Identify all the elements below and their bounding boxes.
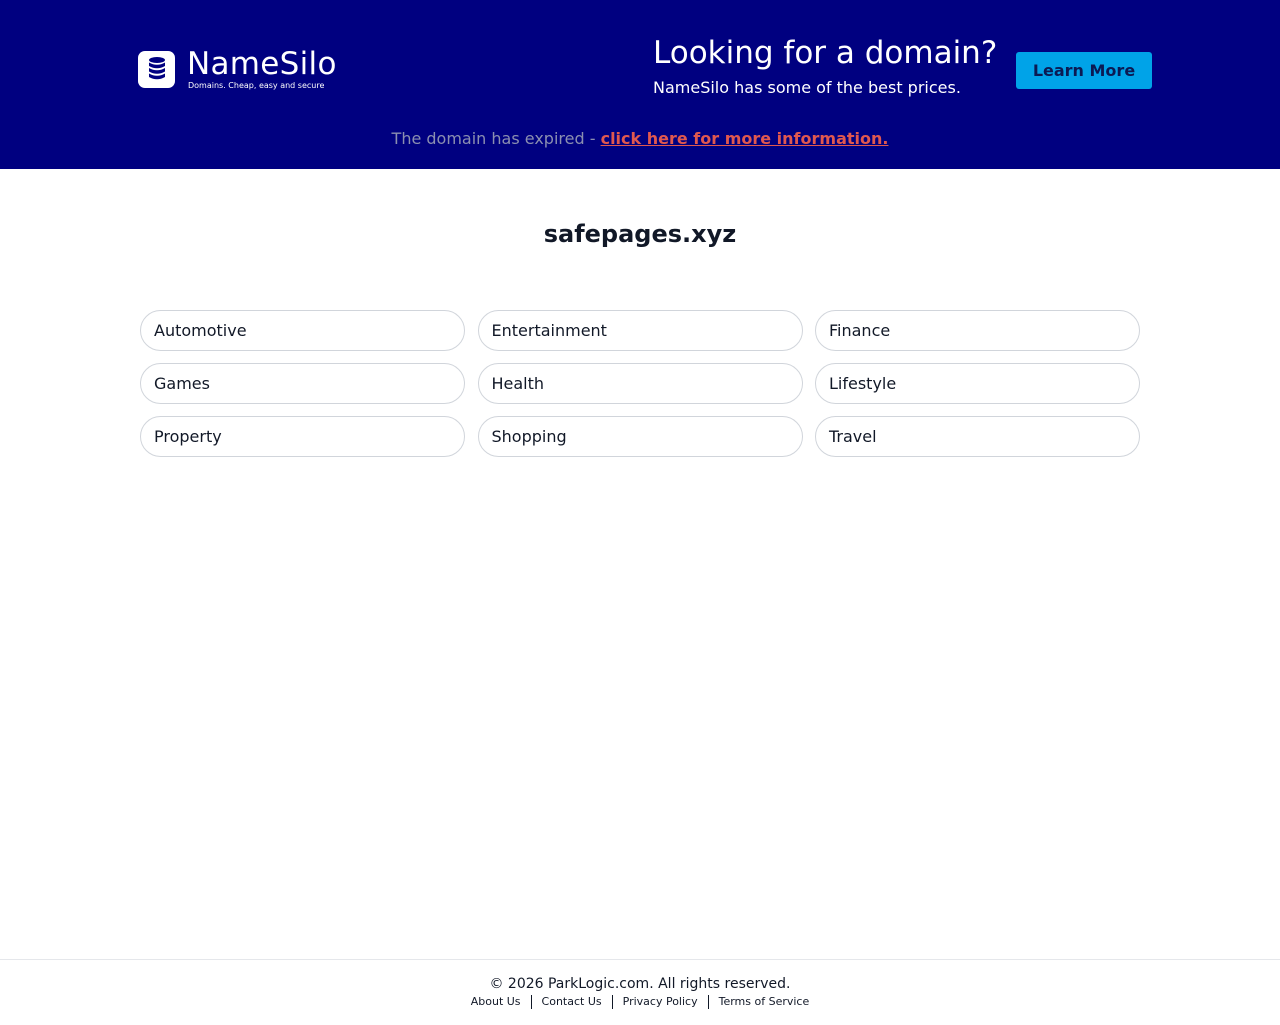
logo-name: NameSilo (187, 45, 337, 82)
category-automotive[interactable]: Automotive (140, 310, 465, 351)
database-icon (138, 50, 175, 88)
category-grid: Automotive Entertainment Finance Games H… (140, 310, 1140, 457)
category-property[interactable]: Property (140, 416, 465, 457)
expired-text: The domain has expired - (391, 129, 601, 148)
learn-more-button[interactable]: Learn More (1016, 52, 1152, 89)
category-health[interactable]: Health (477, 363, 803, 404)
footer-link-privacy[interactable]: Privacy Policy (623, 995, 698, 1009)
namesilo-logo[interactable]: NameSilo Domains. Cheap, easy and secure (138, 46, 337, 92)
footer-divider (530, 995, 532, 1009)
category-shopping[interactable]: Shopping (477, 416, 803, 457)
promo-subtitle: NameSilo has some of the best prices. (653, 78, 961, 97)
domain-promo: Looking for a domain? NameSilo has some … (653, 34, 997, 98)
domain-title: safepages.xyz (543, 220, 737, 248)
category-entertainment[interactable]: Entertainment (477, 310, 803, 351)
copyright-text: © 2026 ParkLogic.com. All rights reserve… (489, 976, 791, 992)
footer-links: About Us Contact Us Privacy Policy Terms… (0, 995, 1280, 1009)
category-games[interactable]: Games (140, 363, 465, 404)
footer-link-contact[interactable]: Contact Us (542, 995, 602, 1009)
logo-tagline: Domains. Cheap, easy and secure (188, 80, 325, 90)
footer-link-terms[interactable]: Terms of Service (719, 995, 810, 1009)
footer-divider (611, 995, 613, 1009)
footer-divider (707, 995, 709, 1009)
category-finance[interactable]: Finance (815, 310, 1140, 351)
more-info-link[interactable]: click here for more information. (601, 129, 889, 148)
footer-link-about[interactable]: About Us (471, 995, 521, 1009)
header-banner: NameSilo Domains. Cheap, easy and secure… (0, 0, 1280, 169)
category-lifestyle[interactable]: Lifestyle (815, 363, 1140, 404)
expired-notice: The domain has expired - click here for … (0, 129, 1280, 149)
footer: © 2026 ParkLogic.com. All rights reserve… (0, 959, 1280, 1025)
promo-title: Looking for a domain? (653, 35, 998, 71)
category-travel[interactable]: Travel (815, 416, 1140, 457)
